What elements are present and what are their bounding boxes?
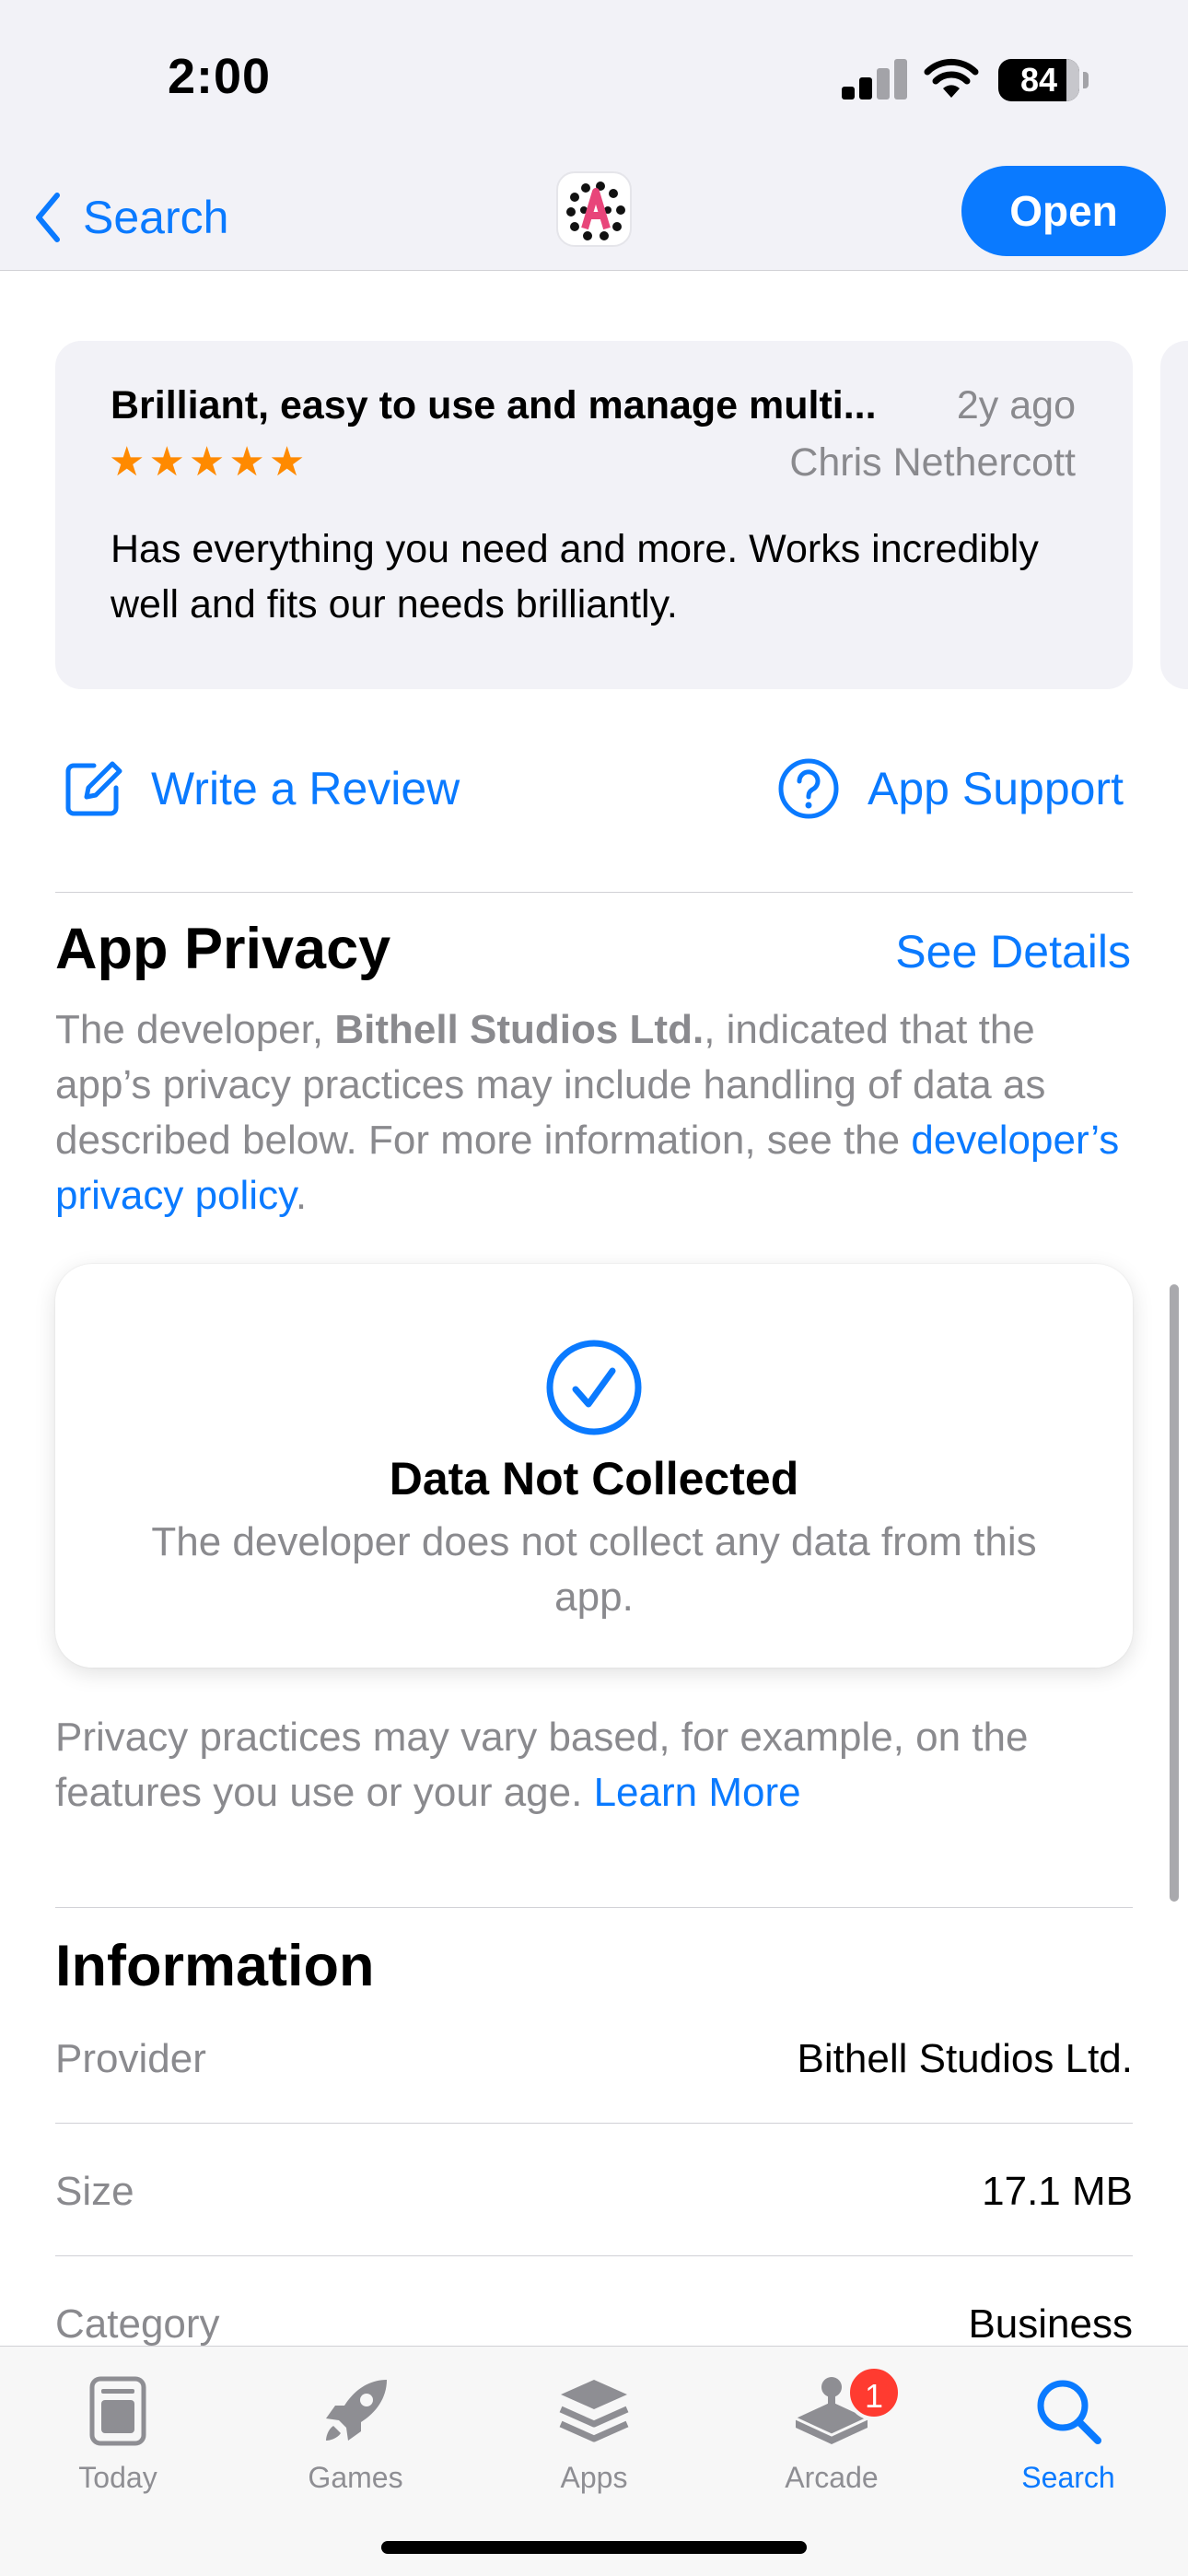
wifi-icon xyxy=(924,58,979,98)
tab-label: Today xyxy=(78,2461,157,2494)
notification-badge: 1 xyxy=(846,2365,902,2420)
tab-label: Apps xyxy=(560,2461,628,2494)
tab-search[interactable]: Search xyxy=(976,2365,1160,2503)
app-icon[interactable] xyxy=(556,171,632,247)
star-icon: ★ xyxy=(268,439,306,485)
chevron-left-icon xyxy=(36,193,60,242)
data-not-collected-text: The developer does not collect any data … xyxy=(151,1519,1037,1620)
compose-icon xyxy=(65,761,122,816)
divider xyxy=(55,2255,1133,2256)
review-date: 2y ago xyxy=(956,383,1076,427)
data-not-collected-title: Data Not Collected xyxy=(389,1453,799,1505)
privacy-description: The developer, Bithell Studios Ltd., ind… xyxy=(55,1007,1120,1218)
info-value: Bithell Studios Ltd. xyxy=(797,2036,1133,2081)
divider xyxy=(55,1907,1133,1908)
rocket-icon xyxy=(326,2380,387,2441)
question-circle-icon xyxy=(778,758,839,819)
app-support-label: App Support xyxy=(868,763,1124,814)
info-value: 17.1 MB xyxy=(982,2169,1133,2214)
search-icon xyxy=(1037,2380,1101,2444)
tab-label: Arcade xyxy=(785,2461,879,2494)
star-icon: ★ xyxy=(188,439,226,485)
review-title: Brilliant, easy to use and manage multi.… xyxy=(111,383,877,427)
checkmark-circle-icon xyxy=(546,1340,642,1435)
back-button[interactable]: Search xyxy=(33,181,228,254)
open-button[interactable]: Open xyxy=(961,166,1166,256)
review-card[interactable]: Brilliant, easy to use and manage multi.… xyxy=(55,341,1133,689)
scrollbar[interactable] xyxy=(1170,1284,1179,1902)
learn-more-link[interactable]: Learn More xyxy=(594,1770,801,1815)
info-label: Provider xyxy=(55,2036,206,2081)
app-support-button[interactable]: App Support xyxy=(777,752,1124,825)
status-bar: 2:00 84 xyxy=(0,0,1188,157)
tab-apps[interactable]: Apps xyxy=(502,2365,686,2503)
star-icon: ★ xyxy=(228,439,265,485)
privacy-practices-note: Privacy practices may vary based, for ex… xyxy=(55,1715,1029,1815)
info-value: Business xyxy=(968,2301,1133,2347)
review-rating: ★ ★ ★ ★ ★ xyxy=(109,440,305,485)
review-author: Chris Nethercott xyxy=(789,440,1076,485)
status-time: 2:00 xyxy=(168,49,272,104)
data-not-collected-card[interactable]: Data Not Collected The developer does no… xyxy=(55,1264,1133,1668)
divider xyxy=(55,892,1133,893)
nav-bar: Search Open xyxy=(0,157,1188,271)
tab-today[interactable]: Today xyxy=(26,2365,210,2503)
info-label: Size xyxy=(55,2169,134,2214)
tab-label: Games xyxy=(308,2461,403,2494)
tab-arcade[interactable]: Arcade 1 xyxy=(740,2365,924,2503)
next-review-card[interactable] xyxy=(1160,341,1188,689)
see-details-link[interactable]: See Details xyxy=(895,925,1131,978)
star-icon: ★ xyxy=(109,439,146,485)
privacy-section-title: App Privacy xyxy=(55,917,391,981)
info-row-provider: Provider Bithell Studios Ltd. xyxy=(55,2036,1133,2110)
information-section-title: Information xyxy=(55,1934,375,1998)
write-review-label: Write a Review xyxy=(151,763,460,814)
layers-icon xyxy=(559,2380,629,2442)
tab-label: Search xyxy=(1021,2461,1115,2494)
tab-games[interactable]: Games xyxy=(263,2365,448,2503)
review-body: Has everything you need and more. Works … xyxy=(111,527,1039,626)
write-review-button[interactable]: Write a Review xyxy=(63,752,460,825)
back-label: Search xyxy=(83,192,229,243)
star-icon: ★ xyxy=(148,439,185,485)
today-icon xyxy=(89,2376,146,2446)
info-label: Category xyxy=(55,2301,220,2347)
developer-name: Bithell Studios Ltd. xyxy=(334,1007,705,1052)
divider xyxy=(55,2123,1133,2124)
info-row-size: Size 17.1 MB xyxy=(55,2169,1133,2242)
cellular-signal-icon xyxy=(842,57,907,100)
home-indicator xyxy=(381,2541,807,2554)
